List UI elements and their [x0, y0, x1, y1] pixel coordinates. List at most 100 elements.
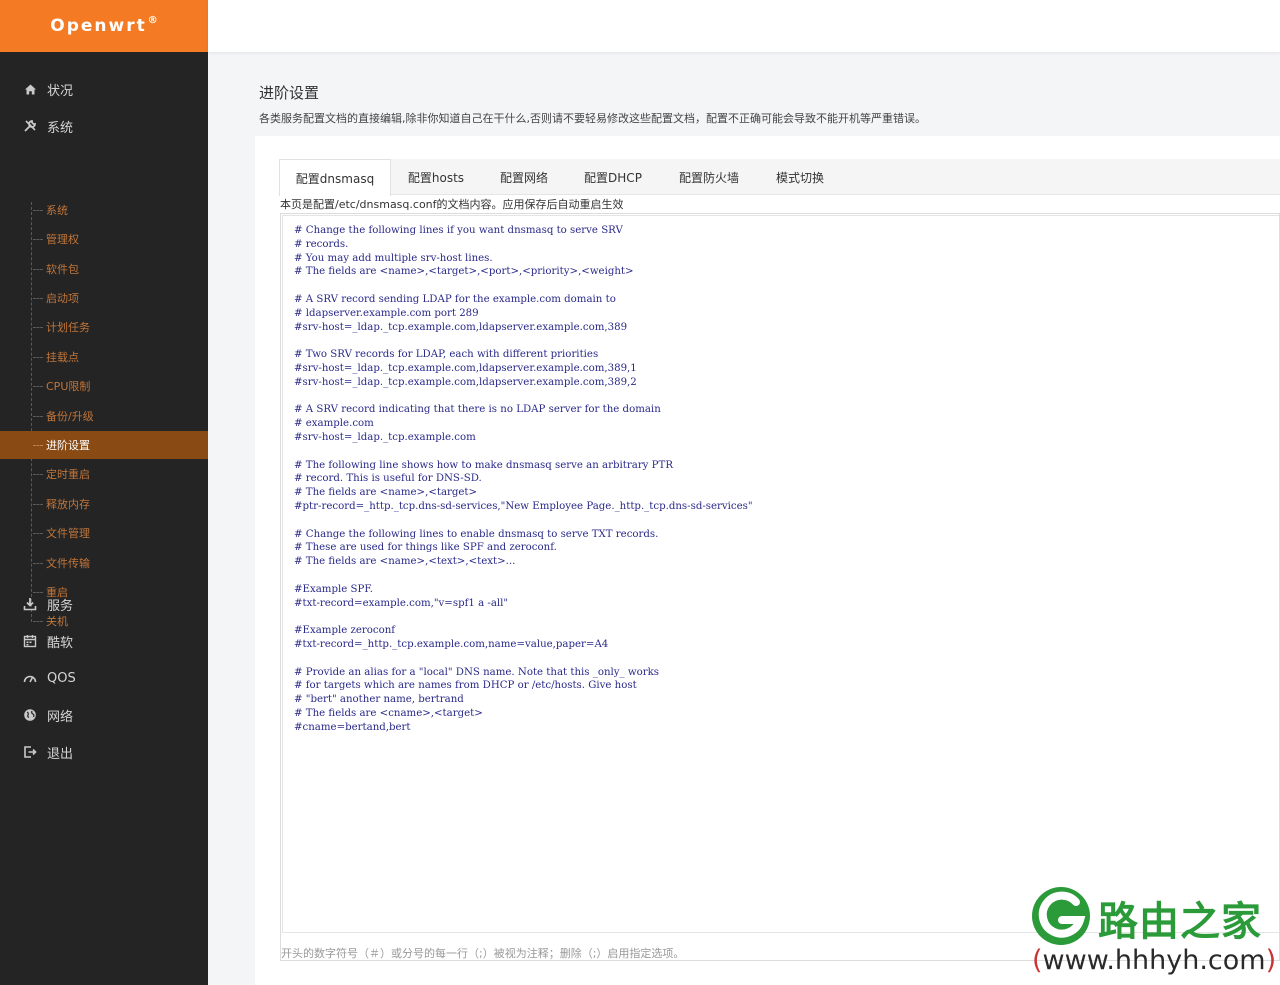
sidebar-subitem-label: 文件传输 — [46, 557, 90, 570]
config-line: #txt-record=_http._tcp.example.com,name=… — [294, 638, 609, 650]
sidebar-subitem-cpulimit[interactable]: CPU限制 — [0, 372, 208, 400]
config-line: # Change the following lines if you want… — [294, 225, 623, 236]
config-line: # The following line shows how to make d… — [294, 459, 673, 471]
tree-dash — [33, 562, 43, 564]
page-description: 各类服务配置文档的直接编辑,除非你知道自己在干什么,否则请不要轻易修改这些配置文… — [259, 112, 926, 125]
sidebar-subitem-label: 释放内存 — [46, 498, 90, 511]
sidebar-subitem-system[interactable]: 系统 — [0, 196, 208, 224]
config-line: # The fields are <cname>,<target> — [294, 707, 483, 719]
tab-dhcp[interactable]: 配置DHCP — [567, 159, 659, 195]
config-line: #txt-record=example.com,"v=spf1 a -all" — [294, 597, 509, 609]
config-line: #cname=bertand,bert — [294, 721, 411, 733]
config-line: # example.com — [294, 418, 374, 430]
comment-hint: 开头的数字符号（＃）或分号的每一行（;）被视为注释；删除（;）启用指定选项。 — [281, 947, 685, 960]
config-line: # These are used for things like SPF and… — [294, 542, 557, 554]
sidebar-subitem-timed-reboot[interactable]: 定时重启 — [0, 460, 208, 488]
watermark-logo-icon — [1032, 887, 1090, 945]
tab-dnsmasq[interactable]: 配置dnsmasq — [279, 159, 391, 196]
config-line — [294, 445, 753, 459]
sidebar-subitem-label: 系统 — [46, 204, 68, 217]
config-line: # Two SRV records for LDAP, each with di… — [294, 349, 599, 361]
config-tabs: 配置dnsmasq 配置hosts 配置网络 配置DHCP 配置防火墙 模式切换 — [279, 159, 1280, 196]
tab-network[interactable]: 配置网络 — [481, 159, 567, 195]
tree-dash — [33, 326, 43, 328]
tree-dash — [33, 532, 43, 534]
tree-dash — [33, 444, 43, 446]
sidebar-item-qos[interactable]: QOS — [0, 663, 208, 693]
config-line: #Example zeroconf — [294, 625, 396, 637]
brand-name: Openwrt — [50, 16, 147, 36]
sidebar-subitem-label: CPU限制 — [46, 380, 91, 393]
config-line: # The fields are <name>,<target> — [294, 487, 478, 499]
tree-dash — [33, 385, 43, 387]
sidebar-item-logout[interactable]: 退出 — [0, 737, 208, 767]
config-line: # for targets which are names from DHCP … — [294, 680, 637, 692]
sidebar-subitem-startup[interactable]: 启动项 — [0, 284, 208, 312]
sidebar-item-label: 退出 — [47, 746, 74, 762]
watermark-paren-close: ) — [1265, 945, 1277, 976]
watermark: 路由之家 (www.hhhyh.com) — [1030, 885, 1280, 985]
globe-icon — [22, 707, 38, 723]
sidebar-subitem-label: 定时重启 — [46, 468, 90, 481]
config-line — [294, 390, 753, 404]
logout-icon — [22, 744, 38, 760]
config-line: # You may add multiple srv-host lines. — [294, 252, 493, 264]
sidebar-subitem-mounts[interactable]: 挂载点 — [0, 343, 208, 371]
sidebar-item-status[interactable]: 状况 — [0, 74, 208, 104]
sidebar-item-apps[interactable]: 酷软 — [0, 626, 208, 656]
sidebar-subitem-free-memory[interactable]: 释放内存 — [0, 490, 208, 518]
config-line: # A SRV record sending LDAP for the exam… — [294, 293, 616, 305]
sidebar-item-services[interactable]: 服务 — [0, 589, 208, 619]
config-line: # Provide an alias for a "local" DNS nam… — [294, 666, 660, 678]
sidebar-subitem-packages[interactable]: 软件包 — [0, 255, 208, 283]
sidebar-subitem-backup[interactable]: 备份/升级 — [0, 402, 208, 430]
tree-dash — [33, 238, 43, 240]
config-line — [294, 279, 753, 293]
tree-dash — [33, 209, 43, 211]
config-text[interactable]: # Change the following lines if you want… — [294, 224, 753, 734]
config-line: # Change the following lines to enable d… — [294, 528, 659, 540]
sidebar-subitem-file-transfer[interactable]: 文件传输 — [0, 549, 208, 577]
home-icon — [22, 81, 38, 97]
tab-firewall[interactable]: 配置防火墙 — [659, 159, 759, 195]
config-line: #srv-host=_ldap._tcp.example.com,ldapser… — [294, 376, 637, 388]
brand-logo[interactable]: Openwrt ® — [0, 0, 208, 52]
config-editor[interactable]: # Change the following lines if you want… — [280, 213, 1280, 961]
watermark-url: (www.hhhyh.com) — [1032, 945, 1276, 976]
tab-mode-switch[interactable]: 模式切换 — [759, 159, 841, 195]
config-line: # The fields are <name>,<text>,<text>... — [294, 556, 516, 568]
tree-dash — [33, 356, 43, 358]
sidebar-item-label: QOS — [47, 670, 76, 686]
sidebar-subitem-admin[interactable]: 管理权 — [0, 225, 208, 253]
sidebar-item-label: 网络 — [47, 709, 74, 725]
config-line — [294, 334, 753, 348]
tools-icon — [22, 118, 38, 134]
config-line: # The fields are <name>,<target>,<port>,… — [294, 266, 634, 278]
config-line: # records. — [294, 238, 349, 250]
gauge-icon — [22, 670, 38, 686]
tree-dash — [33, 297, 43, 299]
config-line: #srv-host=_ldap._tcp.example.com,ldapser… — [294, 362, 637, 374]
top-bar — [208, 0, 1280, 52]
tree-dash — [33, 620, 43, 622]
sidebar-subitem-label: 软件包 — [46, 263, 79, 276]
sidebar-subitem-label: 管理权 — [46, 233, 79, 246]
download-icon — [22, 596, 38, 612]
config-line — [294, 610, 753, 624]
tab-hosts[interactable]: 配置hosts — [391, 159, 481, 195]
config-line — [294, 514, 753, 528]
sidebar-subitem-cron[interactable]: 计划任务 — [0, 313, 208, 341]
page-title: 进阶设置 — [259, 84, 320, 102]
sidebar-subitem-advanced[interactable]: 进阶设置 — [0, 431, 208, 459]
watermark-name: 路由之家 — [1098, 899, 1262, 945]
sidebar-subitem-label: 文件管理 — [46, 527, 90, 540]
sidebar-item-label: 系统 — [47, 120, 74, 136]
sidebar-subitem-file-manager[interactable]: 文件管理 — [0, 519, 208, 547]
sidebar-item-network[interactable]: 网络 — [0, 700, 208, 730]
sidebar-item-label: 状况 — [47, 83, 74, 99]
registered-mark: ® — [147, 14, 158, 26]
config-textarea[interactable]: # Change the following lines if you want… — [282, 215, 1279, 933]
watermark-url-text: www.hhhyh.com — [1042, 945, 1266, 976]
tree-dash — [33, 473, 43, 475]
sidebar-item-system[interactable]: 系统 — [0, 111, 208, 141]
